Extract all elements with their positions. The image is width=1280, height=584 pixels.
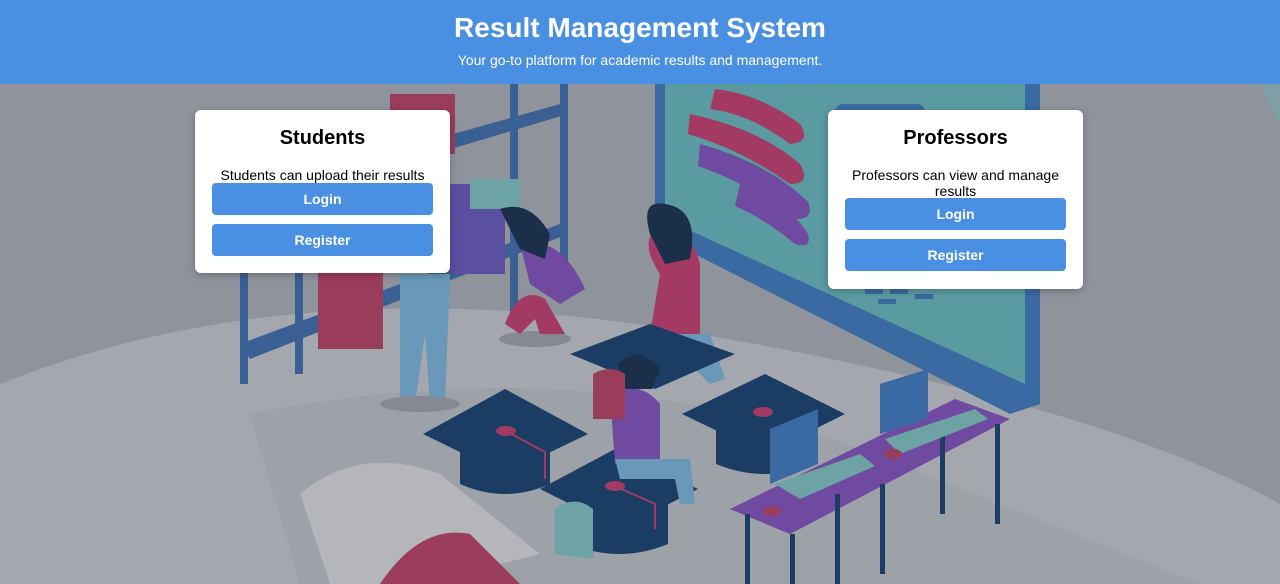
professors-register-button[interactable]: Register [845,239,1066,271]
page-subtitle: Your go-to platform for academic results… [457,52,823,68]
classroom-illustration [0,84,1280,584]
professors-title: Professors [903,127,1008,149]
students-register-button[interactable]: Register [212,224,433,256]
professors-description: Professors can view and manage results [852,167,1059,199]
professors-login-button[interactable]: Login [845,198,1066,230]
students-card: Students Students can upload their resul… [195,110,450,273]
students-title: Students [279,127,366,149]
page-title: Result Management System [454,12,826,43]
students-login-button[interactable]: Login [212,183,433,215]
site-header: Result Management System Your go-to plat… [0,0,1280,84]
students-description: Students can upload their results [220,167,425,183]
professors-card: Professors Professors can view and manag… [828,110,1083,289]
